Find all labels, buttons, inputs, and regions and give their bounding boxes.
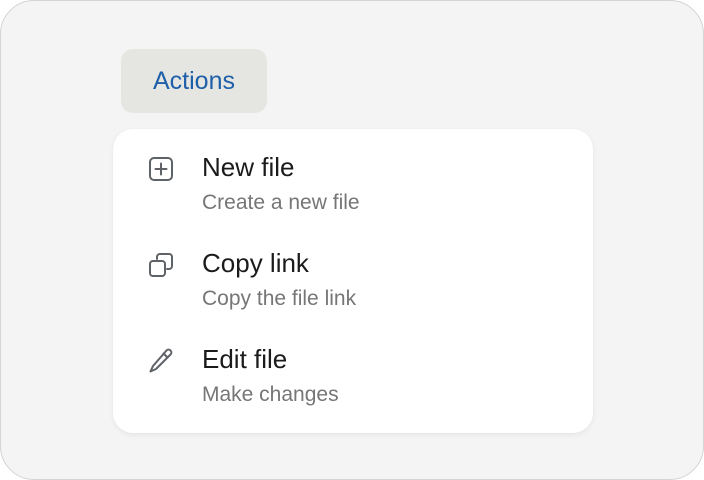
- menu-item-title: New file: [202, 152, 295, 182]
- menu-item-description: Copy the file link: [202, 287, 357, 310]
- actions-menu: New file Create a new file Copy link Cop…: [113, 129, 593, 433]
- copy-icon: [147, 251, 175, 279]
- menu-item-description: Create a new file: [202, 191, 360, 214]
- actions-button[interactable]: Actions: [121, 49, 267, 113]
- app-window: Actions New file Create a new file Copy …: [0, 0, 704, 480]
- menu-item-new-file[interactable]: New file Create a new file: [113, 129, 593, 225]
- plus-square-icon: [147, 155, 175, 183]
- menu-item-description: Make changes: [202, 383, 339, 406]
- pencil-icon: [147, 347, 175, 375]
- menu-item-edit-file[interactable]: Edit file Make changes: [113, 321, 593, 417]
- menu-item-title: Edit file: [202, 344, 288, 374]
- menu-item-copy-link[interactable]: Copy link Copy the file link: [113, 225, 593, 321]
- menu-item-title: Copy link: [202, 248, 309, 278]
